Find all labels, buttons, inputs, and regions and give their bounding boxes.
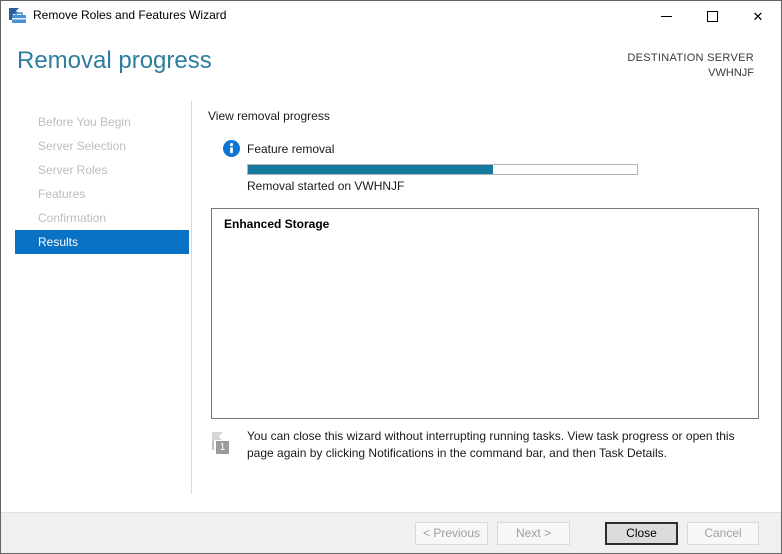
destination-server-label: DESTINATION SERVER <box>627 52 754 64</box>
close-button[interactable]: Close <box>605 522 678 545</box>
sidebar-item-results[interactable]: Results <box>15 230 189 254</box>
maximize-icon <box>706 10 718 22</box>
task-title: Feature removal <box>247 142 335 156</box>
destination-server-block: DESTINATION SERVER VWHNJF <box>627 52 754 79</box>
next-button: Next > <box>497 522 570 545</box>
info-icon <box>223 140 240 157</box>
results-list-item: Enhanced Storage <box>224 217 330 231</box>
progress-bar-fill <box>248 165 494 174</box>
wizard-body: Before You Begin Server Selection Server… <box>1 101 781 512</box>
close-window-button[interactable]: ✕ <box>735 1 781 31</box>
sidebar-item-server-roles: Server Roles <box>38 163 108 177</box>
section-title: View removal progress <box>208 109 330 123</box>
notification-flag-icon: 1 <box>209 431 233 457</box>
previous-button: < Previous <box>415 522 488 545</box>
task-status: Removal started on VWHNJF <box>247 179 405 193</box>
progress-bar <box>247 164 638 175</box>
server-manager-toolbox-icon <box>9 8 26 23</box>
wizard-window: Remove Roles and Features Wizard ✕ Remov… <box>0 0 782 554</box>
sidebar-item-server-selection: Server Selection <box>38 139 127 153</box>
sidebar-item-confirmation: Confirmation <box>38 211 107 225</box>
notification-badge: 1 <box>215 440 230 455</box>
footer-note-text: You can close this wizard without interr… <box>247 429 735 460</box>
wizard-steps-sidebar: Before You Begin Server Selection Server… <box>1 101 192 494</box>
window-title: Remove Roles and Features Wizard <box>33 8 227 22</box>
minimize-icon <box>660 15 672 17</box>
minimize-button[interactable] <box>643 1 689 31</box>
page-title: Removal progress <box>17 47 212 74</box>
title-bar[interactable]: Remove Roles and Features Wizard ✕ <box>1 1 781 31</box>
sidebar-item-before-you-begin: Before You Begin <box>38 115 131 129</box>
results-list-box: Enhanced Storage <box>211 208 759 419</box>
cancel-button: Cancel <box>687 522 759 545</box>
close-icon: ✕ <box>752 8 764 24</box>
sidebar-item-features: Features <box>38 187 86 201</box>
maximize-button[interactable] <box>689 1 735 31</box>
destination-server-name: VWHNJF <box>708 67 754 79</box>
button-bar: < Previous Next > Close Cancel <box>1 512 781 553</box>
wizard-content: View removal progress Feature removal Re… <box>193 101 781 512</box>
